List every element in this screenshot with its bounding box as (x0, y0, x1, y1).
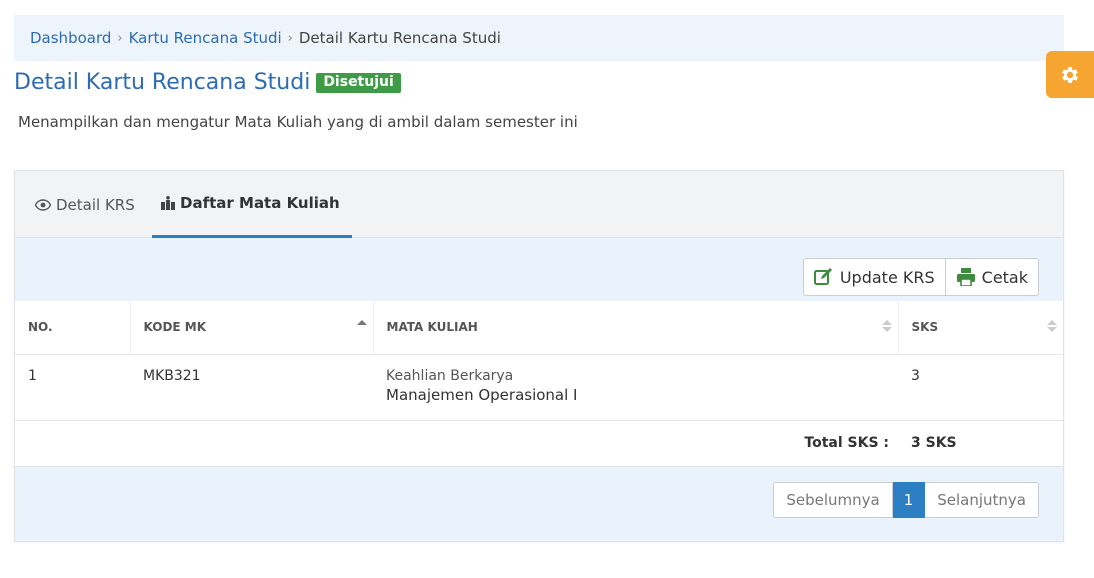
page-subtitle: Menampilkan dan mengatur Mata Kuliah yan… (18, 113, 578, 131)
books-icon (161, 196, 175, 210)
page-title: Detail Kartu Rencana Studi (14, 70, 311, 95)
column-header-kode-mk[interactable]: KODE MK (129, 301, 373, 355)
action-buttons: Update KRS Cetak (802, 258, 1039, 296)
table-row: 1 MKB321 Keahlian Berkarya Manajemen Ope… (15, 354, 1063, 421)
total-sks-label: Total SKS : (804, 434, 889, 451)
update-krs-button[interactable]: Update KRS (802, 258, 946, 296)
pagination-prev[interactable]: Sebelumnya (773, 481, 893, 518)
cell-no: 1 (15, 354, 130, 421)
total-sks-row: Total SKS : 3 SKS (15, 421, 1063, 467)
settings-button[interactable] (1046, 51, 1094, 98)
status-badge: Disetujui (316, 72, 401, 93)
tab-detail-krs[interactable]: Detail KRS (35, 171, 135, 238)
column-header-no: NO. (15, 301, 130, 355)
pagination-next[interactable]: Selanjutnya (925, 481, 1039, 518)
tab-daftar-label: Daftar Mata Kuliah (180, 194, 340, 212)
tab-detail-krs-label: Detail KRS (56, 195, 135, 214)
update-krs-label: Update KRS (839, 267, 935, 287)
mata-kuliah-group: Keahlian Berkarya (386, 367, 514, 384)
pagination: Sebelumnya 1 Selanjutnya (773, 481, 1039, 518)
tab-bar: Detail KRS Daftar Mata Kuliah (15, 171, 1063, 238)
print-button[interactable]: Cetak (945, 258, 1039, 296)
edit-icon (813, 268, 834, 286)
eye-icon (35, 198, 51, 211)
tab-daftar-mata-kuliah[interactable]: Daftar Mata Kuliah (152, 171, 352, 238)
table-toolbar: Update KRS Cetak (15, 238, 1063, 301)
cell-mata-kuliah: Keahlian Berkarya Manajemen Operasional … (373, 354, 898, 421)
breadcrumb-separator: › (287, 30, 293, 46)
mata-kuliah-table: NO. KODE MK MATA KULIAH SKS 1 MKB321 Kea… (15, 301, 1063, 421)
breadcrumb-separator: › (117, 30, 123, 46)
breadcrumb-dashboard[interactable]: Dashboard (30, 29, 111, 47)
column-header-sks[interactable]: SKS (897, 301, 1063, 355)
mata-kuliah-name: Manajemen Operasional I (386, 385, 578, 404)
breadcrumb: Dashboard › Kartu Rencana Studi › Detail… (14, 15, 1064, 61)
gear-icon (1062, 66, 1078, 83)
krs-card: Detail KRS Daftar Mata Kuliah Update KRS… (14, 170, 1064, 542)
printer-icon (956, 268, 976, 286)
cell-sks: 3 (898, 354, 1063, 421)
breadcrumb-current: Detail Kartu Rencana Studi (298, 29, 501, 47)
cell-kode-mk: MKB321 (130, 354, 373, 421)
total-sks-value: 3 SKS (911, 434, 957, 451)
sort-asc-icon (356, 320, 367, 327)
title-row: Detail Kartu Rencana Studi Disetujui (14, 70, 401, 95)
sort-icon (1047, 320, 1057, 332)
column-header-mata-kuliah[interactable]: MATA KULIAH (372, 301, 898, 355)
sort-icon (881, 320, 892, 332)
pagination-page-1[interactable]: 1 (892, 481, 926, 518)
breadcrumb-krs[interactable]: Kartu Rencana Studi (129, 29, 282, 47)
table-footer: Sebelumnya 1 Selanjutnya (15, 466, 1063, 541)
print-label: Cetak (981, 267, 1028, 287)
